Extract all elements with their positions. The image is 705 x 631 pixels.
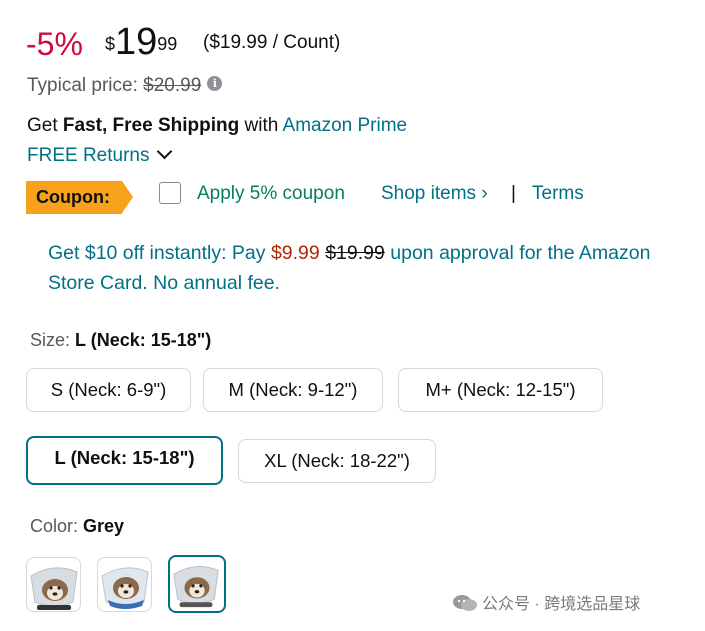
shipping-info: Get Fast, Free Shipping with Amazon Prim… bbox=[27, 115, 407, 137]
discount-percent: -5% bbox=[26, 26, 83, 62]
size-option-s[interactable]: S (Neck: 6-9") bbox=[26, 368, 191, 412]
store-card-new-price: $9.99 bbox=[270, 242, 320, 264]
watermark-text: 公众号 · 跨境选品星球 bbox=[482, 596, 641, 613]
color-label-text: Color: bbox=[30, 516, 79, 536]
size-label: Size: L (Neck: 15-18") bbox=[30, 330, 211, 351]
shipping-prefix: Get bbox=[27, 115, 58, 136]
size-option-m-plus[interactable]: M+ (Neck: 12-15") bbox=[398, 368, 603, 412]
color-label: Color: Grey bbox=[30, 516, 124, 537]
coupon-badge-notch bbox=[122, 181, 133, 213]
typical-price-value: $20.99 bbox=[143, 75, 202, 96]
info-icon[interactable]: i bbox=[207, 76, 223, 92]
typical-price-label: Typical price: bbox=[27, 75, 138, 96]
apply-coupon-checkbox[interactable] bbox=[159, 182, 181, 204]
price-whole: 19 bbox=[115, 21, 158, 63]
chevron-down-icon bbox=[157, 143, 173, 160]
size-option-m[interactable]: M (Neck: 9-12") bbox=[203, 368, 383, 412]
store-card-old-price: $19.99 bbox=[325, 242, 385, 264]
price-fraction: 99 bbox=[157, 34, 178, 54]
size-label-text: Size: bbox=[30, 330, 71, 350]
store-card-line1-prefix: Get $10 off instantly: Pay bbox=[48, 242, 266, 264]
price: $1999 bbox=[105, 20, 177, 72]
price-per-unit: ($19.99 / Count) bbox=[203, 32, 341, 53]
apply-coupon-label[interactable]: Apply 5% coupon bbox=[197, 183, 345, 205]
grey-cone-dog-image bbox=[173, 566, 219, 608]
terms-link[interactable]: Terms bbox=[532, 183, 584, 205]
store-card-line1-suffix: upon approval for the bbox=[390, 242, 575, 264]
wechat-icon bbox=[453, 594, 477, 611]
free-returns-link[interactable]: FREE Returns bbox=[27, 143, 173, 167]
blue-cone-dog-image bbox=[101, 567, 149, 609]
color-selected-value: Grey bbox=[83, 516, 125, 536]
color-swatch-2[interactable] bbox=[97, 557, 152, 612]
store-card-offer[interactable]: Get $10 off instantly: Pay $9.99 $19.99 … bbox=[48, 238, 658, 298]
price-currency-symbol: $ bbox=[105, 34, 116, 54]
size-option-xl[interactable]: XL (Neck: 18-22") bbox=[238, 439, 436, 483]
shipping-bold: Fast, Free Shipping bbox=[62, 115, 240, 136]
shop-items-link[interactable]: Shop items › bbox=[381, 183, 488, 205]
free-returns-label: FREE Returns bbox=[27, 145, 150, 166]
shipping-mid: with bbox=[244, 115, 279, 136]
coupon-separator: | bbox=[511, 183, 516, 204]
color-swatch-1[interactable] bbox=[26, 557, 81, 612]
grey-cone-dog-image bbox=[30, 567, 78, 610]
coupon-badge: Coupon: bbox=[26, 181, 122, 214]
watermark: 公众号 · 跨境选品星球 bbox=[452, 590, 640, 614]
size-option-l[interactable]: L (Neck: 15-18") bbox=[26, 436, 223, 485]
size-selected-value: L (Neck: 15-18") bbox=[75, 330, 212, 350]
amazon-prime-link[interactable]: Amazon Prime bbox=[283, 115, 408, 136]
color-swatch-3-selected[interactable] bbox=[168, 555, 226, 613]
typical-price: Typical price: $20.99 i bbox=[27, 75, 223, 97]
